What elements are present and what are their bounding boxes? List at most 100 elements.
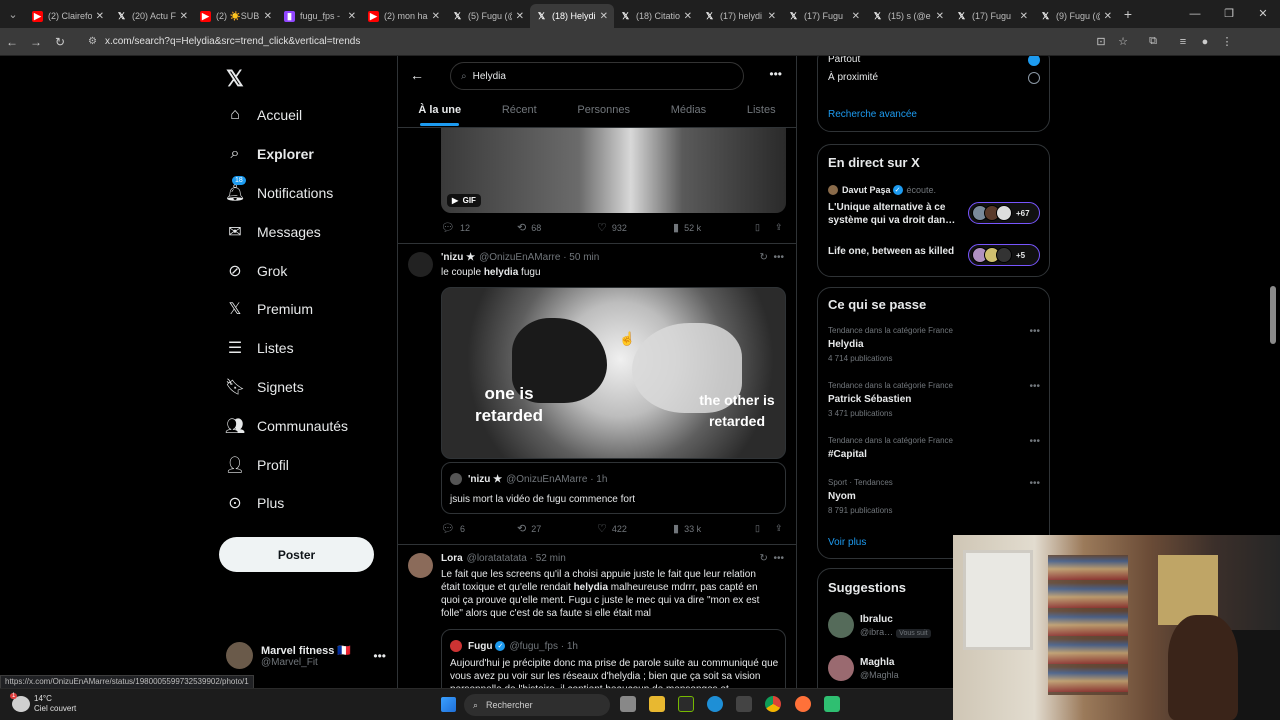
tab-search-button[interactable]: ⌄ bbox=[0, 3, 26, 25]
tweet-menu[interactable]: ↻ ••• bbox=[760, 553, 784, 564]
close-tab-icon[interactable]: ✕ bbox=[264, 11, 272, 22]
close-window-button[interactable]: ✕ bbox=[1246, 0, 1280, 28]
close-tab-icon[interactable]: ✕ bbox=[516, 11, 524, 22]
nav-item-plus[interactable]: ⊙ Plus bbox=[226, 484, 348, 523]
nav-item-listes[interactable]: ☰ Listes bbox=[226, 329, 348, 368]
browser-tab[interactable]: 𝕏 (17) Fugu ✕ bbox=[782, 4, 866, 28]
close-tab-icon[interactable]: ✕ bbox=[432, 11, 440, 22]
more-icon[interactable]: ••• bbox=[1029, 381, 1040, 392]
nav-item-explorer[interactable]: ⌕ Explorer bbox=[226, 135, 348, 174]
taskbar-search[interactable]: ⌕ Rechercher bbox=[464, 694, 610, 716]
quoted-tweet[interactable]: Fugu ✓ @fugu_fps · 1h Aujourd'hui je pré… bbox=[441, 629, 786, 688]
more-icon[interactable]: ••• bbox=[373, 649, 386, 663]
edge-icon[interactable] bbox=[707, 696, 723, 712]
search-tab[interactable]: Listes bbox=[747, 100, 776, 128]
close-tab-icon[interactable]: ✕ bbox=[936, 11, 944, 22]
browser-tab[interactable]: 𝕏 (20) Actu F ✕ bbox=[110, 4, 194, 28]
gif-media[interactable]: ▶ GIF bbox=[441, 128, 786, 213]
task-view-icon[interactable] bbox=[620, 696, 636, 712]
browser-tab[interactable]: ▶ (2) ☀️SUB ✕ bbox=[194, 4, 278, 28]
trend-item[interactable]: Tendance dans la catégorie France Patrick… bbox=[828, 381, 1040, 418]
nav-item-signets[interactable]: 🔖︎ Signets bbox=[225, 368, 348, 407]
space-listeners-pill[interactable]: +67 bbox=[968, 202, 1040, 224]
location-option-anywhere[interactable]: Partout bbox=[828, 56, 1040, 66]
back-button[interactable]: ← bbox=[0, 35, 24, 49]
close-tab-icon[interactable]: ✕ bbox=[852, 11, 860, 22]
advanced-search-link[interactable]: Recherche avancée bbox=[828, 109, 917, 120]
avatar[interactable] bbox=[408, 553, 433, 578]
extensions-icon[interactable]: ⧉ bbox=[1142, 35, 1164, 48]
suggestion-item[interactable]: Ibraluc @ibra… Vous suit bbox=[828, 612, 931, 638]
close-tab-icon[interactable]: ✕ bbox=[684, 11, 692, 22]
tweet-image[interactable]: one is retarded the other is retarded bbox=[441, 287, 786, 459]
browser-tab[interactable]: 𝕏 (18) Citatio ✕ bbox=[614, 4, 698, 28]
quoted-tweet[interactable]: 'nizu ★ @OnizuEnAMarre · 1h jsuis mort l… bbox=[441, 462, 786, 514]
like-button[interactable]: ♡ 932 bbox=[597, 221, 673, 234]
avatar[interactable] bbox=[408, 252, 433, 277]
space-title[interactable]: Life one, between as killed bbox=[828, 245, 958, 258]
nav-item-messages[interactable]: ✉ Messages bbox=[226, 212, 348, 251]
views-button[interactable]: ▮ 33 k bbox=[673, 522, 755, 535]
close-tab-icon[interactable]: ✕ bbox=[348, 11, 356, 22]
nav-item-notifications[interactable]: 🔔︎ 18 Notifications bbox=[225, 174, 348, 213]
close-tab-icon[interactable]: ✕ bbox=[1020, 11, 1028, 22]
trend-item[interactable]: Tendance dans la catégorie France #Capita… bbox=[828, 436, 1040, 460]
browser-tab[interactable]: 𝕏 (5) Fugu (@ ✕ bbox=[446, 4, 530, 28]
author-name[interactable]: 'nizu ★ bbox=[441, 252, 475, 263]
maximize-button[interactable]: ❐ bbox=[1212, 0, 1246, 28]
like-button[interactable]: ♡ 422 bbox=[597, 522, 673, 535]
browser-tab[interactable]: ▶ (2) mon ha ✕ bbox=[362, 4, 446, 28]
nav-item-premium[interactable]: 𝕏 Premium bbox=[226, 290, 348, 329]
browser-tab[interactable]: ▮ fugu_fps - ✕ bbox=[278, 4, 362, 28]
close-tab-icon[interactable]: ✕ bbox=[600, 11, 608, 22]
account-switcher[interactable]: Marvel fitness 🇫🇷 @Marvel_Fit ••• bbox=[226, 642, 386, 669]
trend-item[interactable]: Tendance dans la catégorie France Helydia… bbox=[828, 326, 1040, 363]
tweet-menu[interactable]: ↻ ••• bbox=[760, 252, 784, 263]
firefox-icon[interactable] bbox=[795, 696, 811, 712]
repost-button[interactable]: ⟲ 68 bbox=[517, 221, 597, 234]
tweet-time[interactable]: · 50 min bbox=[563, 252, 599, 263]
reply-button[interactable]: 💬︎ 6 bbox=[441, 522, 517, 535]
profile-icon[interactable]: ● bbox=[1194, 36, 1216, 48]
bookmark-icon[interactable]: ▯ bbox=[755, 523, 775, 534]
file-explorer-icon[interactable] bbox=[649, 696, 665, 712]
author-handle[interactable]: @OnizuEnAMarre bbox=[479, 252, 560, 263]
search-tab[interactable]: Personnes bbox=[577, 100, 630, 128]
browser-menu-icon[interactable]: ⋮ bbox=[1216, 35, 1238, 48]
search-tab[interactable]: Récent bbox=[502, 100, 537, 128]
reload-button[interactable]: ↻ bbox=[48, 35, 72, 49]
minimize-button[interactable]: — bbox=[1178, 0, 1212, 28]
views-button[interactable]: ▮ 52 k bbox=[673, 221, 755, 234]
browser-tab[interactable]: 𝕏 (17) helydi ✕ bbox=[698, 4, 782, 28]
url-field[interactable]: ⚙ x.com/search?q=Helydia&src=trend_click… bbox=[80, 31, 1090, 53]
close-tab-icon[interactable]: ✕ bbox=[768, 11, 776, 22]
more-icon[interactable]: ••• bbox=[1029, 436, 1040, 447]
new-tab-button[interactable]: + bbox=[1118, 6, 1138, 22]
forward-button[interactable]: → bbox=[24, 35, 48, 49]
space-listeners-pill[interactable]: +5 bbox=[968, 244, 1040, 266]
chrome-icon[interactable] bbox=[765, 696, 781, 712]
search-tab[interactable]: À la une bbox=[418, 100, 461, 128]
author-name[interactable]: Lora bbox=[441, 553, 463, 564]
weather-widget[interactable]: 1 14°C Ciel couvert bbox=[10, 693, 76, 714]
media-control-icon[interactable]: ≡ bbox=[1172, 36, 1194, 48]
search-input[interactable]: ⌕ Helydia bbox=[450, 62, 744, 90]
radio-selected-icon[interactable] bbox=[1028, 56, 1040, 66]
close-tab-icon[interactable]: ✕ bbox=[180, 11, 188, 22]
app-icon[interactable] bbox=[824, 696, 840, 712]
store-icon[interactable] bbox=[736, 696, 752, 712]
close-tab-icon[interactable]: ✕ bbox=[1104, 11, 1112, 22]
browser-tab[interactable]: 𝕏 (17) Fugu ✕ bbox=[950, 4, 1034, 28]
nav-item-grok[interactable]: ⊘ Grok bbox=[226, 251, 348, 290]
share-icon[interactable]: ⇪ bbox=[775, 222, 783, 233]
reply-button[interactable]: 💬︎ 12 bbox=[441, 221, 517, 234]
author-handle[interactable]: @loratatatata bbox=[467, 553, 527, 564]
browser-tab[interactable]: 𝕏 (15) s (@e ✕ bbox=[866, 4, 950, 28]
site-info-icon[interactable]: ⚙ bbox=[88, 36, 97, 47]
more-icon[interactable]: ••• bbox=[1029, 326, 1040, 337]
location-option-nearby[interactable]: À proximité bbox=[828, 72, 1040, 84]
more-icon[interactable]: ••• bbox=[769, 67, 782, 81]
trend-item[interactable]: Sport · Tendances Nyom 8 791 publications •… bbox=[828, 478, 1040, 515]
close-tab-icon[interactable]: ✕ bbox=[96, 11, 104, 22]
x-logo-icon[interactable]: 𝕏 bbox=[226, 66, 244, 92]
